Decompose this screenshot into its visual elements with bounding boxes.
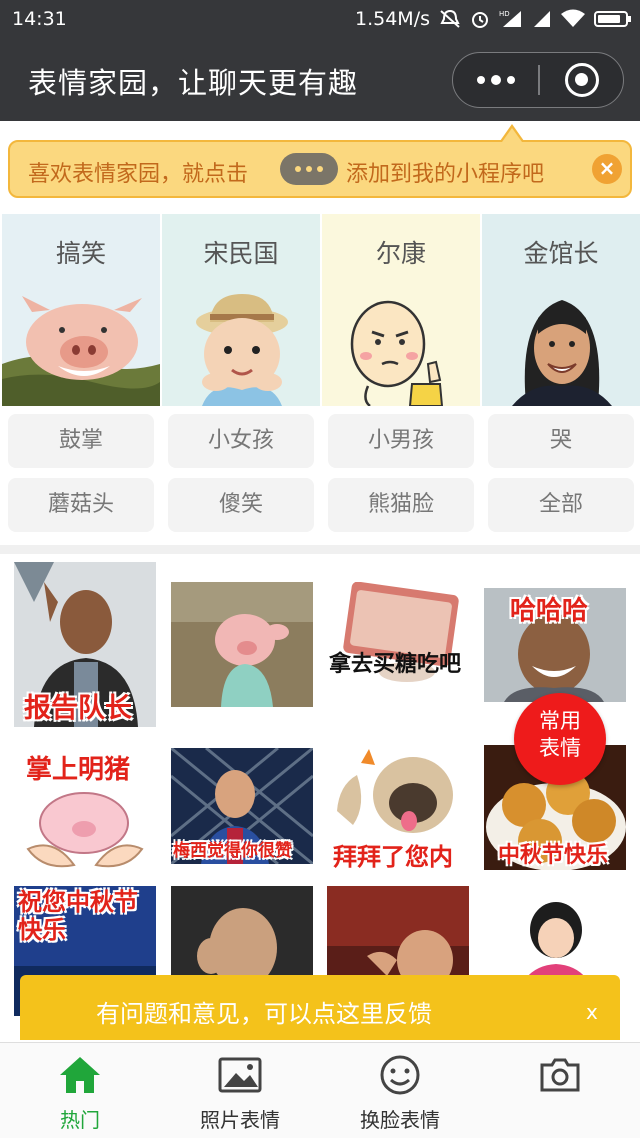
tag-panda-face[interactable]: 熊猫脸 bbox=[328, 478, 474, 532]
sticker-caption: 哈哈哈 bbox=[510, 596, 589, 626]
status-bar: 14:31 1.54M/s HD bbox=[0, 0, 640, 38]
sticker-caption: 中秋节快乐 bbox=[498, 843, 609, 868]
fab-label-line1: 常用 bbox=[539, 709, 581, 733]
tag-little-girl[interactable]: 小女孩 bbox=[168, 414, 314, 468]
sticker-image bbox=[171, 582, 313, 707]
sticker-caption: 报告队长 bbox=[24, 693, 132, 724]
tag-applause[interactable]: 鼓掌 bbox=[8, 414, 154, 468]
network-speed: 1.54M/s bbox=[355, 8, 430, 30]
category-label: 尔康 bbox=[375, 239, 426, 268]
more-pill-icon bbox=[280, 153, 338, 185]
more-dot-icon bbox=[491, 74, 501, 85]
signal-icon bbox=[534, 11, 550, 27]
tip-close-button[interactable]: × bbox=[592, 154, 622, 184]
sticker-caption: 拜拜了您内 bbox=[333, 843, 453, 870]
status-icons: 1.54M/s HD bbox=[355, 8, 631, 30]
home-icon bbox=[60, 1057, 100, 1093]
tab-label: 热门 bbox=[60, 1108, 100, 1132]
mute-icon bbox=[440, 9, 460, 28]
sticker-caption: 拿去买糖吃吧 bbox=[329, 652, 462, 677]
sticker-item[interactable]: 梅西觉得你很赞 bbox=[171, 748, 313, 864]
sticker-caption: 梅西觉得你很赞 bbox=[173, 841, 292, 861]
sticker-item[interactable]: 掌上明猪 bbox=[14, 745, 156, 870]
sticker-item[interactable]: 拿去买糖吃吧 bbox=[327, 582, 469, 707]
image-icon bbox=[218, 1057, 262, 1093]
status-time: 14:31 bbox=[12, 8, 67, 30]
category-card-funny[interactable]: 搞笑 bbox=[2, 214, 160, 406]
section-divider bbox=[0, 545, 640, 554]
title-bar: 表情家园，让聊天更有趣 bbox=[0, 38, 640, 121]
tag-silly-laugh[interactable]: 傻笑 bbox=[168, 478, 314, 532]
tab-photo-stickers[interactable]: 照片表情 bbox=[160, 1043, 320, 1138]
close-target-icon[interactable] bbox=[565, 63, 599, 97]
sticker-item[interactable]: 报告队长 bbox=[14, 562, 156, 727]
tip-arrow-inner bbox=[502, 128, 522, 142]
tip-text-before: 喜欢表情家园，就点击 bbox=[28, 162, 249, 187]
sticker-image bbox=[327, 582, 469, 707]
tab-label: 换脸表情 bbox=[360, 1108, 440, 1132]
tag-all[interactable]: 全部 bbox=[488, 478, 634, 532]
sticker-caption: 掌上明猪 bbox=[26, 755, 131, 785]
svg-text:HD: HD bbox=[499, 10, 510, 18]
more-button[interactable] bbox=[453, 53, 539, 106]
sticker-caption: 祝您中秋节快乐 bbox=[18, 888, 138, 944]
smiley-icon bbox=[380, 1055, 420, 1095]
sticker-item[interactable] bbox=[171, 582, 313, 707]
category-cards: 搞笑 宋民国 尔康 金馆长 bbox=[0, 214, 640, 406]
category-card-er-kang[interactable]: 尔康 bbox=[322, 214, 480, 406]
mini-program-capsule bbox=[452, 52, 624, 108]
feedback-close-button[interactable]: x bbox=[586, 1000, 598, 1024]
more-dot-icon bbox=[477, 75, 485, 84]
feedback-text: 有问题和意见，可以点这里反馈 bbox=[96, 1000, 432, 1028]
wifi-icon bbox=[561, 9, 585, 27]
more-dot-icon bbox=[507, 75, 515, 84]
sticker-item[interactable]: 拜拜了您内 bbox=[327, 745, 469, 870]
category-label: 宋民国 bbox=[203, 239, 279, 268]
battery-icon bbox=[594, 11, 631, 27]
tab-face-swap[interactable]: 换脸表情 bbox=[320, 1043, 480, 1138]
favorites-fab[interactable]: 常用 表情 bbox=[514, 693, 606, 785]
feedback-banner[interactable]: 有问题和意见，可以点这里反馈 x bbox=[20, 975, 620, 1040]
category-label: 金馆长 bbox=[523, 239, 599, 268]
tag-mushroom-head[interactable]: 蘑菇头 bbox=[8, 478, 154, 532]
capsule-divider bbox=[538, 65, 540, 95]
bottom-tab-bar: 热门 照片表情 换脸表情 bbox=[0, 1042, 640, 1138]
category-label: 搞笑 bbox=[55, 239, 106, 268]
signal-hd-icon: HD bbox=[499, 10, 521, 27]
category-card-song-minguk[interactable]: 宋民国 bbox=[162, 214, 320, 406]
tag-cry[interactable]: 哭 bbox=[488, 414, 634, 468]
category-card-kim-gwanjang[interactable]: 金馆长 bbox=[482, 214, 640, 406]
fab-label-line2: 表情 bbox=[539, 736, 581, 760]
tab-label: 照片表情 bbox=[200, 1108, 280, 1132]
tag-little-boy[interactable]: 小男孩 bbox=[328, 414, 474, 468]
add-miniprogram-tip[interactable]: 喜欢表情家园，就点击 添加到我的小程序吧 × bbox=[8, 140, 632, 198]
camera-icon bbox=[540, 1058, 580, 1092]
alarm-icon bbox=[472, 12, 488, 28]
tip-text-after: 添加到我的小程序吧 bbox=[346, 162, 545, 187]
tab-camera[interactable] bbox=[480, 1043, 640, 1138]
page-title: 表情家园，让聊天更有趣 bbox=[28, 66, 359, 100]
tab-hot[interactable]: 热门 bbox=[0, 1043, 160, 1138]
sticker-item[interactable]: 哈哈哈 bbox=[484, 588, 626, 702]
